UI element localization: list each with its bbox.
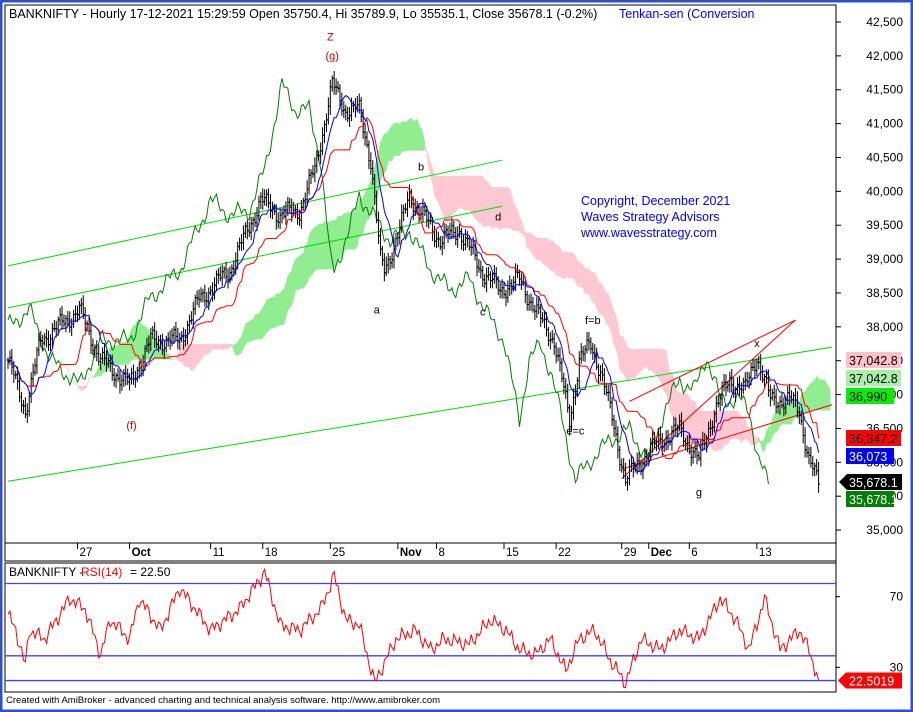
rsi-indicator: RSI(14)	[81, 565, 122, 579]
wave-label: a	[374, 304, 381, 316]
y-tick-label: 40,500	[866, 150, 903, 164]
chart-canvas: 35,00035,50036,00036,50037,00037,50038,0…	[0, 0, 913, 712]
wave-label: d	[495, 211, 501, 223]
y-tick-label: 41,000	[866, 117, 903, 131]
price-marker-label: 37,042.8	[849, 372, 898, 386]
x-tick-label: 15	[506, 547, 519, 559]
y-tick-label: 35,000	[866, 523, 903, 537]
y-tick-label: 41,500	[866, 83, 903, 97]
rsi-title: BANKNIFTY -	[9, 565, 83, 579]
y-tick-label: 38,500	[866, 286, 903, 300]
x-tick-label: 6	[691, 547, 697, 559]
wave-label: (f)	[126, 420, 136, 432]
rsi-y-tick-label: 30	[890, 660, 904, 674]
y-tick-label: 39,000	[866, 252, 903, 266]
wave-label: c	[480, 306, 486, 318]
price-marker-label: 35,678.1	[849, 476, 898, 490]
wave-label: Z	[327, 31, 334, 43]
wave-label: x	[754, 338, 760, 350]
x-tick-label: 29	[624, 547, 637, 559]
rsi-panel[interactable]: 30 70 22.5019	[4, 562, 904, 693]
price-marker-label: 37,042.8	[849, 354, 898, 368]
rsi-y-tick-label: 70	[890, 590, 904, 604]
copyright-line: Waves Strategy Advisors	[581, 210, 719, 224]
x-tick-label: 25	[332, 547, 345, 559]
price-marker-label: 35,678.1	[849, 493, 898, 507]
x-tick-label: 27	[79, 547, 92, 559]
x-tick-label: 18	[265, 547, 278, 559]
copyright-line: Copyright, December 2021	[581, 194, 730, 208]
x-tick-label: Oct	[132, 547, 151, 559]
chart-window: 35,00035,50036,00036,50037,00037,50038,0…	[0, 0, 913, 712]
rsi-value: = 22.50	[130, 565, 171, 579]
x-tick-label: 8	[438, 547, 444, 559]
x-tick-label: 11	[213, 547, 225, 559]
wave-label: b	[418, 161, 424, 173]
wave-label: f=b	[585, 315, 601, 327]
price-marker-label: 36,073	[849, 450, 887, 464]
wave-label: g	[696, 487, 702, 499]
x-tick-label: 13	[759, 547, 772, 559]
rsi-plot-area	[4, 562, 837, 693]
y-tick-label: 42,500	[866, 15, 903, 29]
x-tick-label: Nov	[400, 547, 422, 559]
y-tick-label: 40,000	[866, 184, 903, 198]
copyright-line: www.wavesstrategy.com	[580, 226, 717, 240]
wave-label: (g)	[326, 50, 339, 62]
price-plot-area	[4, 4, 837, 544]
y-tick-label: 42,000	[866, 49, 903, 63]
price-marker-label: 36,347.2	[849, 432, 898, 446]
y-tick-label: 39,500	[866, 218, 903, 232]
indicator-title: Tenkan-sen (Conversion	[619, 7, 755, 21]
wave-label: e=c	[566, 426, 585, 438]
chart-title: BANKNIFTY - Hourly 17-12-2021 15:29:59 O…	[9, 7, 597, 21]
price-marker-label: 36,990	[849, 390, 887, 404]
footer-credit: Created with AmiBroker - advanced charti…	[6, 695, 440, 706]
x-tick-label: 22	[558, 547, 571, 559]
rsi-marker-label: 22.5019	[849, 675, 894, 689]
x-tick-label: Dec	[651, 547, 673, 559]
cloud-segment	[827, 385, 831, 411]
y-tick-label: 38,000	[866, 320, 903, 334]
